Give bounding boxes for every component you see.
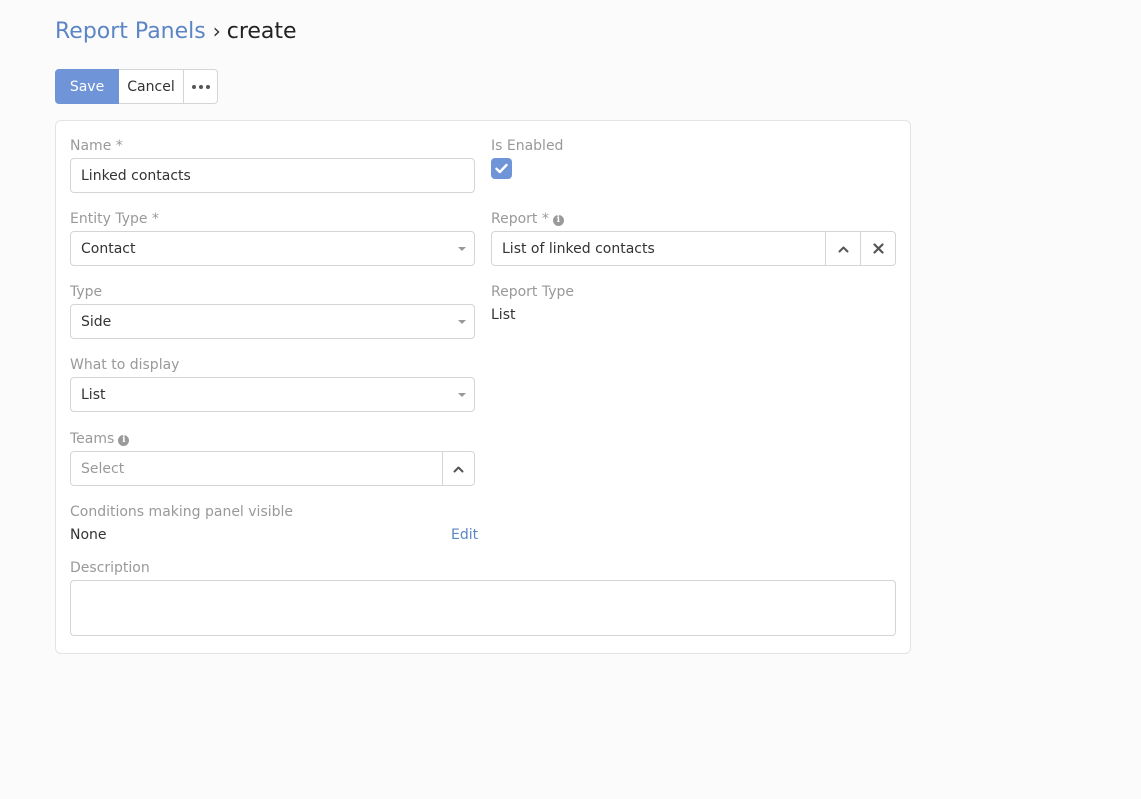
- type-value: Side: [81, 313, 112, 330]
- is-enabled-checkbox[interactable]: [491, 158, 512, 179]
- conditions-value: None: [70, 527, 107, 543]
- teams-field[interactable]: [70, 451, 475, 486]
- what-to-display-value: List: [81, 386, 106, 403]
- chevron-up-icon: [838, 246, 848, 252]
- close-icon: [872, 243, 884, 254]
- checkmark-icon: [495, 163, 508, 174]
- info-icon[interactable]: i: [118, 435, 130, 446]
- report-label-text: Report *: [491, 211, 549, 227]
- name-label: Name *: [70, 138, 123, 154]
- name-input[interactable]: [71, 159, 474, 192]
- description-textarea[interactable]: [70, 580, 896, 636]
- is-enabled-label: Is Enabled: [491, 138, 564, 154]
- caret-down-icon: [458, 246, 466, 251]
- type-select[interactable]: Side: [70, 304, 475, 339]
- description-label: Description: [70, 560, 150, 576]
- info-icon[interactable]: i: [552, 215, 564, 226]
- entity-type-label: Entity Type *: [70, 211, 159, 227]
- name-field[interactable]: [70, 158, 475, 193]
- entity-type-value: Contact: [81, 240, 136, 257]
- report-type-value: List: [491, 307, 516, 323]
- conditions-edit-link[interactable]: Edit: [451, 526, 478, 544]
- entity-type-select[interactable]: Contact: [70, 231, 475, 266]
- report-label: Report * i: [491, 210, 564, 228]
- report-clear-button[interactable]: [860, 232, 895, 265]
- report-value: List of linked contacts: [502, 240, 655, 257]
- ellipsis-icon: [191, 84, 210, 89]
- record-form-panel: Name * Is Enabled Entity Type * Contact …: [55, 120, 911, 654]
- teams-select-button[interactable]: [441, 452, 474, 485]
- breadcrumb-current: create: [226, 19, 297, 44]
- caret-down-icon: [458, 319, 466, 324]
- action-toolbar: Save Cancel: [55, 69, 218, 104]
- report-select-button[interactable]: [825, 232, 860, 265]
- cancel-button[interactable]: Cancel: [119, 69, 184, 104]
- breadcrumb-report-panels-link[interactable]: Report Panels: [55, 19, 206, 44]
- what-to-display-label: What to display: [70, 357, 180, 373]
- report-type-label: Report Type: [491, 284, 575, 300]
- caret-down-icon: [458, 392, 466, 397]
- teams-label-text: Teams: [70, 431, 115, 447]
- chevron-up-icon: [453, 466, 464, 472]
- type-label: Type: [70, 284, 103, 300]
- teams-label: Teams i: [70, 430, 130, 448]
- what-to-display-select[interactable]: List: [70, 377, 475, 412]
- conditions-label: Conditions making panel visible: [70, 504, 294, 520]
- more-actions-button[interactable]: [184, 69, 218, 104]
- breadcrumb: Report Panels › create: [55, 16, 297, 47]
- breadcrumb-separator: ›: [212, 19, 221, 43]
- teams-search-input[interactable]: [71, 452, 442, 485]
- save-button[interactable]: Save: [55, 69, 119, 104]
- report-link-field[interactable]: List of linked contacts: [491, 231, 896, 266]
